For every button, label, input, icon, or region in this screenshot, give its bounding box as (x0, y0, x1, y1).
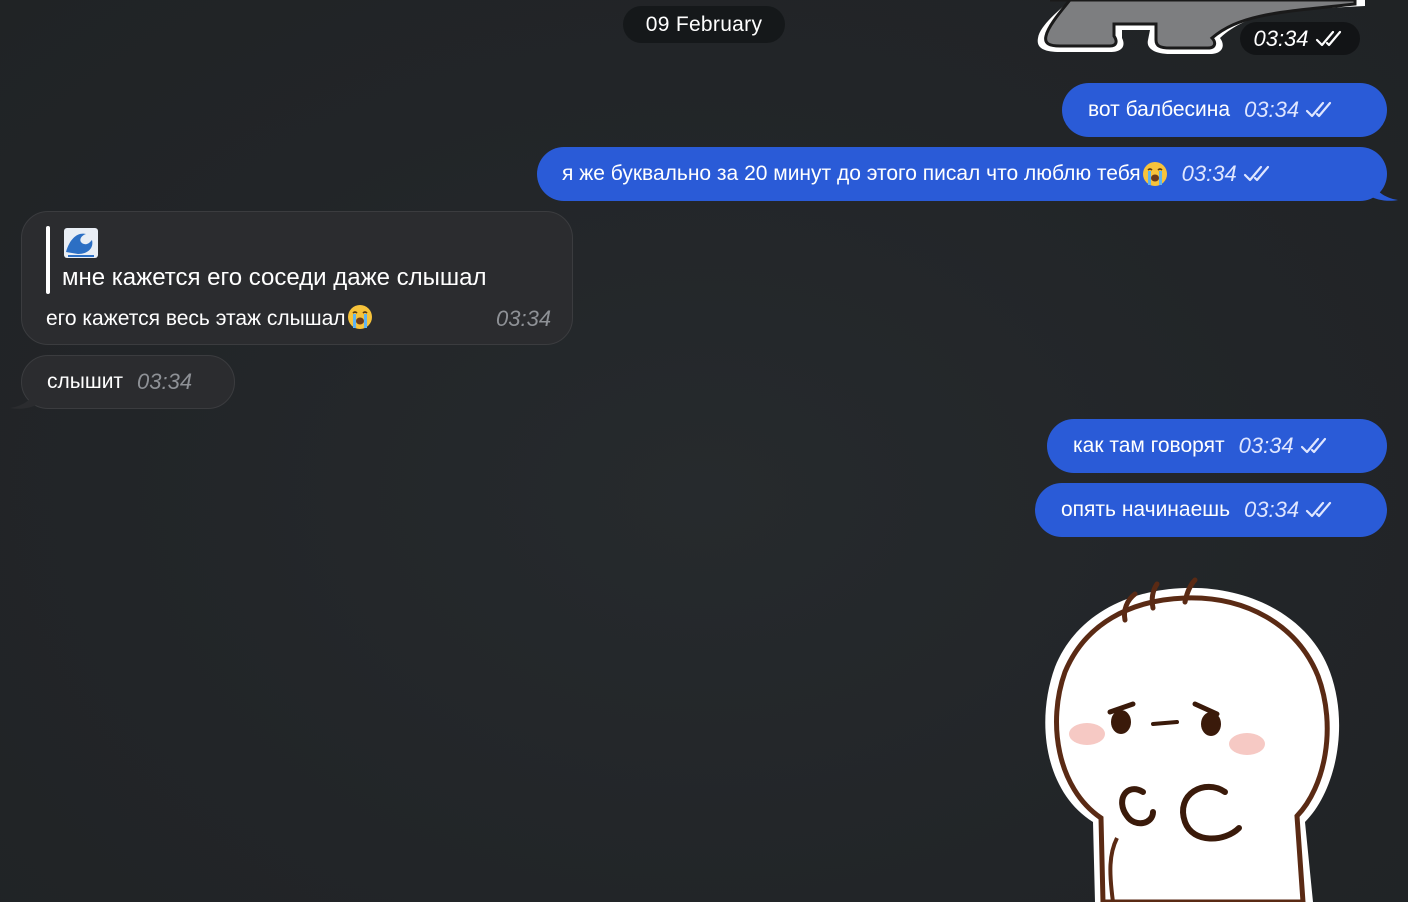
top-sticker-time: 03:34 (1240, 22, 1360, 55)
message-text: опять начинаешь (1061, 498, 1231, 521)
incoming-message[interactable]: мне кажется его соседи даже слышал его к… (21, 211, 573, 345)
outgoing-message[interactable]: как там говорят 03:34 (1047, 419, 1387, 473)
outgoing-message[interactable]: опять начинаешь 03:34 (1035, 483, 1387, 537)
time-label: 03:34 (1181, 161, 1237, 186)
bubble-tail (10, 386, 38, 409)
message-time: 03:34 (1182, 161, 1275, 187)
outgoing-message[interactable]: вот балбесина 03:34 (1062, 83, 1387, 137)
reply-quote-bar (46, 226, 50, 294)
loudly-crying-face-icon (347, 305, 372, 329)
time-label: 03:34 (1244, 97, 1300, 122)
double-check-icon (1306, 101, 1332, 118)
message-time: 03:34 (137, 369, 193, 394)
incoming-message[interactable]: слышит 03:34 (21, 355, 235, 409)
outgoing-message[interactable]: я же буквально за 20 минут до этого писа… (537, 147, 1387, 201)
water-wave-icon (64, 228, 98, 258)
message-time: 03:34 (1244, 497, 1337, 523)
loudly-crying-face-icon (1142, 162, 1167, 186)
message-text: слышит (47, 370, 124, 393)
reply-quote-text: мне кажется его соседи даже слышал (62, 264, 487, 291)
message-time: 03:34 (1244, 97, 1337, 123)
message-text-row: его кажется весь этаж слышал (46, 304, 373, 331)
time-label: 03:34 (1253, 25, 1309, 51)
message-text: вот балбесина (1088, 98, 1231, 121)
bubble-tail (1370, 178, 1398, 201)
message-text: я же буквально за 20 минут до этого писа… (562, 162, 1141, 185)
time-label: 03:34 (1238, 433, 1294, 458)
chat-area[interactable]: 03:34 09 February вот балбесина 03:34 я … (0, 0, 1408, 902)
double-check-icon (1243, 165, 1269, 182)
message-text: как там говорят (1073, 434, 1225, 457)
double-check-icon (1315, 30, 1341, 46)
date-separator: 09 February (623, 6, 785, 43)
date-label: 09 February (645, 12, 763, 36)
bottom-sticker[interactable] (1035, 572, 1355, 902)
message-time: 03:34 (1239, 433, 1332, 459)
time-label: 03:34 (1244, 497, 1300, 522)
message-text: его кажется весь этаж слышал (46, 307, 346, 330)
message-time: 03:34 (496, 306, 552, 331)
double-check-icon (1306, 501, 1332, 518)
double-check-icon (1300, 437, 1326, 454)
